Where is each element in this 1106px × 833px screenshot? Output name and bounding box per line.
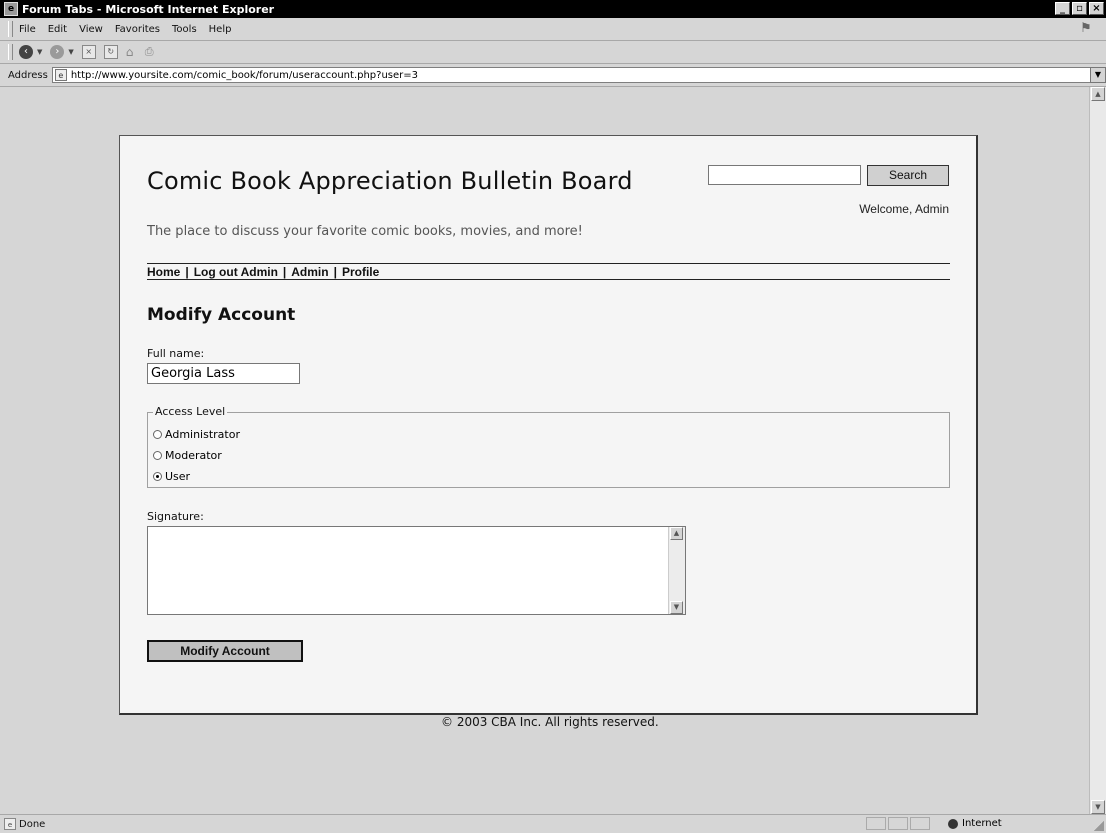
maximize-button[interactable]: ▫ <box>1072 2 1087 15</box>
menu-tools[interactable]: Tools <box>172 24 197 35</box>
welcome-text: Welcome, Admin <box>859 202 949 216</box>
window-title: Forum Tabs - Microsoft Internet Explorer <box>22 2 275 16</box>
window-title-bar: e Forum Tabs - Microsoft Internet Explor… <box>0 0 1106 18</box>
toolbar-grip <box>8 21 13 37</box>
search-button[interactable]: Search <box>867 165 949 186</box>
fullname-label: Full name: <box>147 347 205 360</box>
menu-edit[interactable]: Edit <box>48 24 67 35</box>
address-dropdown-icon[interactable]: ▼ <box>1090 67 1106 83</box>
browser-viewport: Comic Book Appreciation Bulletin Board T… <box>0 87 1106 814</box>
window-controls: _ ▫ × <box>1055 2 1104 15</box>
status-pane <box>866 817 886 830</box>
back-arrow-icon[interactable]: ‹ <box>19 45 33 59</box>
back-dropdown-icon[interactable]: ▼ <box>37 48 42 56</box>
address-bar: Address e http://www.yoursite.com/comic_… <box>0 64 1106 87</box>
print-icon[interactable]: ⎙ <box>145 46 158 58</box>
menu-favorites[interactable]: Favorites <box>115 24 160 35</box>
menu-view[interactable]: View <box>79 24 103 35</box>
nav-profile-link[interactable]: Profile <box>342 265 379 279</box>
globe-icon <box>948 818 958 829</box>
address-input[interactable]: e http://www.yoursite.com/comic_book/for… <box>51 67 1106 83</box>
scroll-down-icon[interactable]: ▼ <box>670 601 683 614</box>
radio-user[interactable] <box>153 472 162 481</box>
menu-help[interactable]: Help <box>209 24 232 35</box>
status-panes <box>866 817 930 830</box>
nav-home-link[interactable]: Home <box>147 265 180 279</box>
page-done-icon: e <box>4 818 16 830</box>
page-footer: © 2003 CBA Inc. All rights reserved. <box>441 715 659 729</box>
scroll-up-icon[interactable]: ▲ <box>1091 87 1105 101</box>
site-tagline: The place to discuss your favorite comic… <box>147 224 583 239</box>
modify-account-button[interactable]: Modify Account <box>147 640 303 662</box>
site-nav: Home | Log out Admin | Admin | Profile <box>147 263 950 280</box>
page-scrollbar[interactable]: ▲ ▼ <box>1089 87 1106 814</box>
status-pane <box>888 817 908 830</box>
toolbar-grip <box>8 44 13 60</box>
refresh-icon[interactable]: ↻ <box>103 45 118 59</box>
windows-flag-icon: ⚑ <box>1080 21 1092 36</box>
home-icon[interactable]: ⌂ <box>126 46 139 58</box>
address-url[interactable]: http://www.yoursite.com/comic_book/forum… <box>71 70 418 81</box>
radio-row-user[interactable]: User <box>153 470 190 483</box>
ie-logo-icon: e <box>4 2 18 16</box>
status-bar: e Done Internet <box>0 814 1106 833</box>
resize-grip-icon[interactable] <box>1094 821 1104 831</box>
stop-icon[interactable]: × <box>81 45 96 59</box>
nav-admin-link[interactable]: Admin <box>291 265 328 279</box>
site-title: Comic Book Appreciation Bulletin Board <box>147 167 633 195</box>
menu-file[interactable]: File <box>19 24 36 35</box>
address-label: Address <box>8 69 48 81</box>
fullname-input[interactable]: Georgia Lass <box>147 363 300 384</box>
access-level-fieldset <box>147 412 950 488</box>
zone-label: Internet <box>962 818 1002 829</box>
forward-dropdown-icon[interactable]: ▼ <box>68 48 73 56</box>
nav-separator: | <box>282 264 287 279</box>
nav-separator: | <box>333 264 337 279</box>
nav-logout-link[interactable]: Log out Admin <box>194 265 278 279</box>
status-text: Done <box>19 818 46 830</box>
radio-row-moderator[interactable]: Moderator <box>153 449 222 462</box>
minimize-button[interactable]: _ <box>1055 2 1070 15</box>
radio-administrator[interactable] <box>153 430 162 439</box>
navigation-toolbar: ‹ ▼ › ▼ × ↻ ⌂ ⎙ <box>0 41 1106 64</box>
search-input[interactable] <box>708 165 861 185</box>
page-heading: Modify Account <box>147 305 296 325</box>
status-pane <box>910 817 930 830</box>
radio-label-user: User <box>165 470 191 483</box>
page-panel: Comic Book Appreciation Bulletin Board T… <box>119 135 978 715</box>
nav-separator: | <box>185 264 189 279</box>
page-icon: e <box>54 69 67 81</box>
signature-label: Signature: <box>147 510 204 523</box>
radio-label-moderator: Moderator <box>165 449 222 462</box>
security-zone: Internet <box>948 817 1048 830</box>
radio-row-administrator[interactable]: Administrator <box>153 428 240 441</box>
scroll-down-icon[interactable]: ▼ <box>1091 800 1105 814</box>
close-button[interactable]: × <box>1089 2 1104 15</box>
signature-scrollbar[interactable]: ▲ ▼ <box>668 527 685 614</box>
radio-label-administrator: Administrator <box>165 428 240 441</box>
scroll-up-icon[interactable]: ▲ <box>670 527 683 540</box>
signature-textarea[interactable]: ▲ ▼ <box>147 526 686 615</box>
radio-moderator[interactable] <box>153 451 162 460</box>
menu-bar: File Edit View Favorites Tools Help ⚑ <box>0 18 1106 41</box>
forward-arrow-icon[interactable]: › <box>50 45 65 59</box>
access-level-legend: Access Level <box>153 405 228 418</box>
